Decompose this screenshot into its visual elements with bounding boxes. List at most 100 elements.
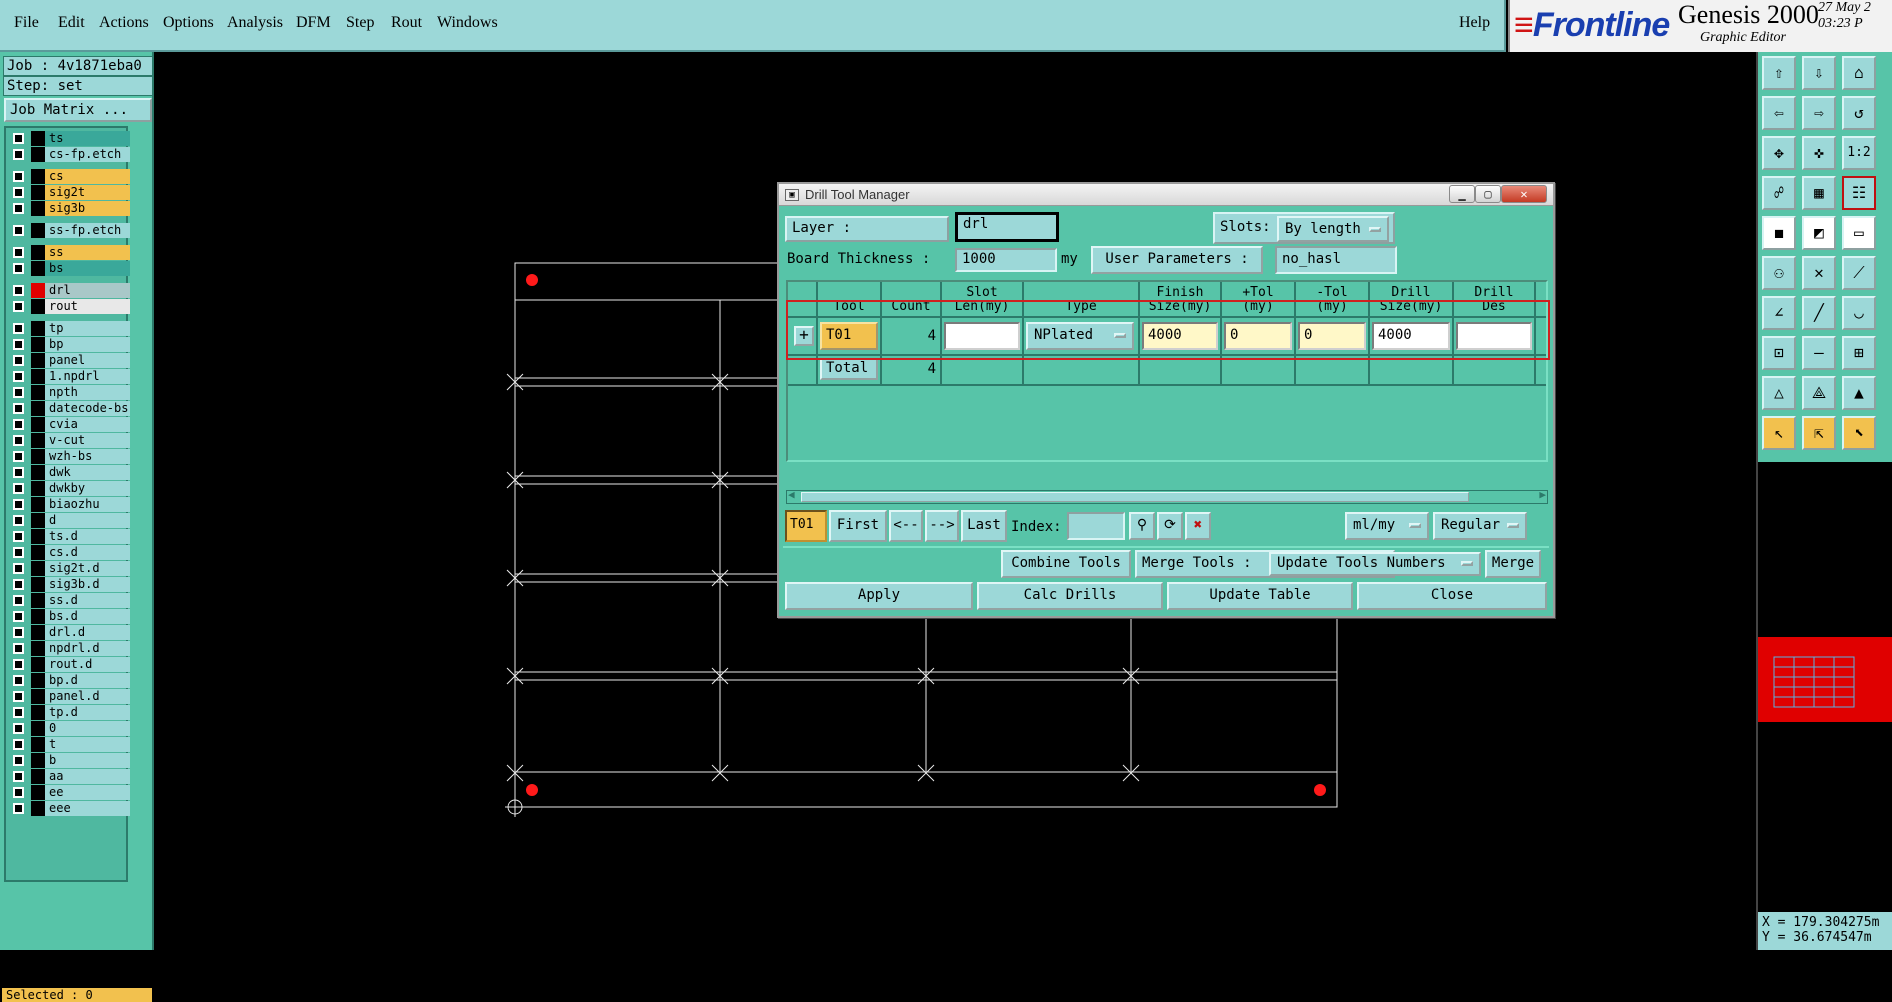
layer-row[interactable]: tp.d [9,705,130,720]
prev-button[interactable]: <-- [889,510,923,542]
layer-row[interactable]: biaozhu [9,497,130,512]
menu-options[interactable]: Options [163,14,214,32]
hline-icon[interactable]: — [1802,336,1836,370]
mode-dropdown[interactable]: Regular [1433,512,1527,540]
layer-checkbox[interactable] [13,563,24,574]
layer-checkbox[interactable] [13,515,24,526]
node-icon[interactable]: ⟋ [1842,256,1876,290]
layer-checkbox[interactable] [13,739,24,750]
layer-row[interactable]: sig2t.d [9,561,130,576]
first-button[interactable]: First [829,510,887,542]
layer-checkbox[interactable] [13,263,24,274]
layer-checkbox[interactable] [13,531,24,542]
layer-row[interactable]: wzh-bs [9,449,130,464]
layer-checkbox[interactable] [13,133,24,144]
layer-checkbox[interactable] [13,451,24,462]
shape-icon[interactable]: ◩ [1802,216,1836,250]
layer-checkbox[interactable] [13,659,24,670]
pan-right-icon[interactable]: ⇨ [1802,96,1836,130]
home-icon[interactable]: ⌂ [1842,56,1876,90]
layer-row[interactable]: eee [9,801,130,816]
layer-row[interactable]: 1.npdrl [9,369,130,384]
board-thickness-field[interactable]: 1000 [955,248,1057,272]
layer-checkbox[interactable] [13,691,24,702]
scroll-right-icon[interactable]: ▶ [1539,488,1546,501]
layer-checkbox[interactable] [13,483,24,494]
layer-checkbox[interactable] [13,419,24,430]
minus-tol-input[interactable]: 0 [1298,322,1366,350]
layer-checkbox[interactable] [13,187,24,198]
drill-size-input[interactable]: 4000 [1372,322,1450,350]
menu-analysis[interactable]: Analysis [227,14,283,32]
select-box-icon[interactable]: ⇱ [1802,416,1836,450]
layer-checkbox[interactable] [13,467,24,478]
layer-row[interactable]: ts.d [9,529,130,544]
layer-checkbox[interactable] [13,499,24,510]
apply-button[interactable]: Apply [785,582,973,610]
layer-row[interactable]: t [9,737,130,752]
grid-icon[interactable]: ▦ [1802,176,1836,210]
layer-row[interactable]: cvia [9,417,130,432]
layer-row[interactable]: cs [9,169,130,184]
pan-left-icon[interactable]: ⇦ [1762,96,1796,130]
layer-row[interactable]: b [9,753,130,768]
next-button[interactable]: --> [925,510,959,542]
area-icon[interactable]: ▲ [1842,376,1876,410]
line-icon[interactable]: ∠ [1762,296,1796,330]
layer-row[interactable]: panel [9,353,130,368]
layer-checkbox[interactable] [13,339,24,350]
slash-icon[interactable]: ╱ [1802,296,1836,330]
plus-tol-input[interactable]: 0 [1224,322,1292,350]
menu-actions[interactable]: Actions [99,14,149,32]
dialog-titlebar[interactable]: ▣ Drill Tool Manager ▁ ▢ ✕ [779,184,1553,206]
layer-row[interactable]: ts [9,131,130,146]
layer-checkbox[interactable] [13,579,24,590]
layer-row[interactable]: bp.d [9,673,130,688]
polygon-icon[interactable]: ⟁ [1802,376,1836,410]
layer-row[interactable]: ss-fp.etch [9,223,130,238]
layer-row[interactable]: bs [9,261,130,276]
layer-checkbox[interactable] [13,371,24,382]
triangle-icon[interactable]: △ [1762,376,1796,410]
cross-icon[interactable]: ✕ [1802,256,1836,290]
connect-icon[interactable]: ⚇ [1762,256,1796,290]
scroll-thumb[interactable] [801,492,1469,502]
user-parameters-button[interactable]: User Parameters : [1091,246,1263,274]
layer-checkbox[interactable] [13,803,24,814]
layer-checkbox[interactable] [13,301,24,312]
layer-checkbox[interactable] [13,203,24,214]
menu-edit[interactable]: Edit [58,14,85,32]
layer-checkbox[interactable] [13,435,24,446]
measure-icon[interactable]: ▭ [1842,216,1876,250]
layer-row[interactable]: ee [9,785,130,800]
menu-dfm[interactable]: DFM [296,14,331,32]
layer-checkbox[interactable] [13,611,24,622]
units-dropdown[interactable]: ml/my [1345,512,1429,540]
layer-row[interactable]: dwkby [9,481,130,496]
merge-button[interactable]: Merge [1485,550,1541,578]
layer-checkbox[interactable] [13,771,24,782]
layer-row[interactable]: datecode-bs [9,401,130,416]
maximize-icon[interactable]: ▢ [1475,185,1501,203]
arc-icon[interactable]: ◡ [1842,296,1876,330]
row-expand-icon[interactable]: + [794,326,814,346]
layer-checkbox[interactable] [13,643,24,654]
menu-file[interactable]: File [14,14,39,32]
calc-drills-button[interactable]: Calc Drills [977,582,1163,610]
merge-option-dropdown[interactable]: Update Tools Numbers [1269,552,1481,576]
layer-checkbox[interactable] [13,387,24,398]
menu-help[interactable]: Help [1459,14,1490,32]
layer-row[interactable]: d [9,513,130,528]
combine-tools-button[interactable]: Combine Tools [1001,550,1131,578]
menu-step[interactable]: Step [346,14,374,32]
index-field[interactable] [1067,512,1125,540]
pad-icon[interactable]: ◼ [1762,216,1796,250]
job-matrix-button[interactable]: Job Matrix ... [4,98,152,122]
layer-checkbox[interactable] [13,225,24,236]
board-preview[interactable] [1758,637,1892,722]
layer-checkbox[interactable] [13,627,24,638]
close-window-icon[interactable]: ✕ [1501,185,1547,203]
layer-row[interactable]: aa [9,769,130,784]
layer-row[interactable]: npdrl.d [9,641,130,656]
layer-checkbox[interactable] [13,547,24,558]
